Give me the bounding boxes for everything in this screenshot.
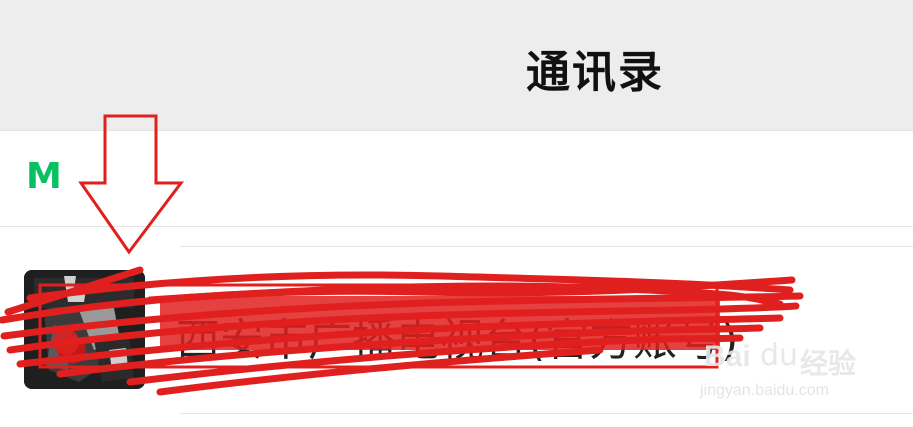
nav-header: 通讯录 bbox=[0, 0, 913, 131]
avatar-image bbox=[24, 270, 145, 389]
watermark-paw: du bbox=[760, 338, 799, 373]
page-title: 通讯录 bbox=[526, 47, 664, 98]
contact-name[interactable]: 西安市广播电视台(官方账号) bbox=[176, 304, 738, 368]
row-bottom-divider bbox=[180, 413, 913, 414]
watermark-url: jingyan.baidu.com bbox=[700, 382, 829, 399]
contact-avatar[interactable] bbox=[24, 270, 145, 389]
section-index-letter: M bbox=[26, 156, 62, 197]
baidu-jingyan-watermark: Bai du 经验 jingyan.baidu.com bbox=[700, 330, 900, 410]
watermark-cn: 经验 bbox=[800, 347, 857, 380]
watermark-brand: Bai bbox=[704, 340, 751, 373]
down-arrow-icon bbox=[78, 114, 185, 255]
section-divider bbox=[0, 226, 913, 227]
